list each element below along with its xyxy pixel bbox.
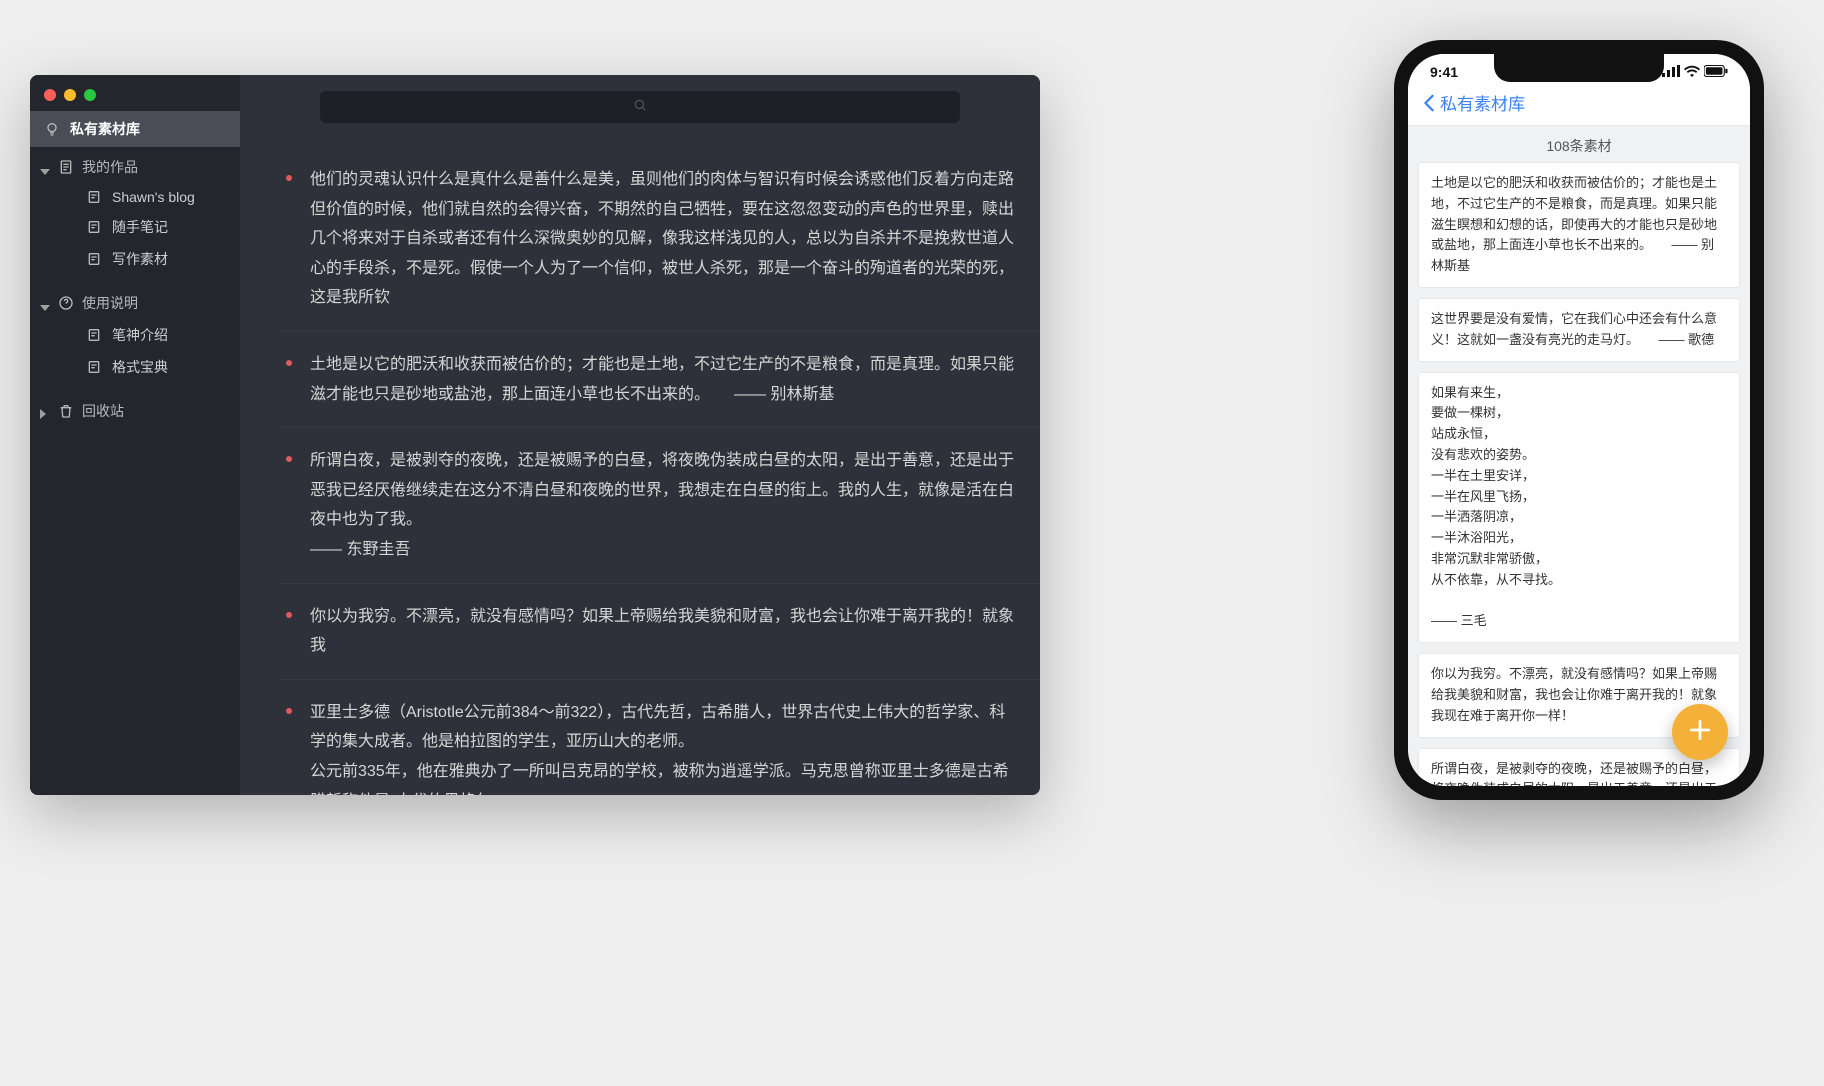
sidebar-primary-label: 私有素材库 <box>70 119 140 139</box>
note-icon <box>86 251 102 267</box>
trash-icon <box>58 403 74 419</box>
add-button[interactable] <box>1672 704 1728 760</box>
sidebar-child-label: Shawn's blog <box>112 189 195 205</box>
sidebar-group-label: 我的作品 <box>82 157 138 177</box>
sidebar-group-my-works[interactable]: 我的作品 <box>30 147 240 183</box>
sidebar-group-instructions[interactable]: 使用说明 <box>30 283 240 319</box>
phone-notch <box>1494 54 1664 82</box>
signal-icon <box>1662 64 1680 80</box>
sidebar-child-label: 随手笔记 <box>112 217 168 237</box>
phone-count-label: 108条素材 <box>1408 126 1750 162</box>
note-list[interactable]: 他们的灵魂认识什么是真什么是善什么是美，虽则他们的肉体与智识有时候会诱惑他们反着… <box>240 131 1040 795</box>
note-icon <box>86 327 102 343</box>
wifi-icon <box>1684 64 1700 80</box>
card-text: 你以为我穷。不漂亮，就没有感情吗？如果上帝赐给我美貌和财富，我也会让你难于离开我… <box>1431 666 1717 723</box>
window-controls <box>30 75 240 111</box>
phone-nav-title: 私有素材库 <box>1440 90 1525 115</box>
chevron-down-icon <box>40 298 50 308</box>
minimize-window-button[interactable] <box>64 89 76 101</box>
sidebar-primary-material-library[interactable]: 私有素材库 <box>30 111 240 147</box>
phone-screen: 9:41 私有素材库 108条素材 土地是以它的肥沃和收获而被估价的；才能 <box>1408 54 1750 786</box>
note-text: 亚里士多德（Aristotle公元前384～前322），古代先哲，古希腊人，世界… <box>310 704 1009 795</box>
help-icon <box>58 295 74 311</box>
sidebar-group-label: 回收站 <box>82 401 124 421</box>
battery-icon <box>1704 64 1728 80</box>
card-text: 所谓白夜，是被剥夺的夜晚，还是被赐予的白昼，将夜晚伪装成白昼的太阳，是出于善意，… <box>1431 761 1717 786</box>
note-item[interactable]: 亚里士多德（Aristotle公元前384～前322），古代先哲，古希腊人，世界… <box>280 679 1040 795</box>
note-icon <box>86 219 102 235</box>
note-icon <box>86 359 102 375</box>
back-button[interactable] <box>1422 94 1436 112</box>
plus-icon <box>1687 717 1713 748</box>
phone-card[interactable]: 如果有来生， 要做一棵树， 站成永恒， 没有悲欢的姿势。 一半在土里安详， 一半… <box>1418 372 1740 644</box>
phone-card[interactable]: 这世界要是没有爱情，它在我们心中还会有什么意义！这就如一盏没有亮光的走马灯。 —… <box>1418 298 1740 362</box>
search-icon <box>633 98 647 117</box>
sidebar-child-label: 笔神介绍 <box>112 325 168 345</box>
document-icon <box>58 159 74 175</box>
lightbulb-icon <box>44 121 60 137</box>
note-text: 他们的灵魂认识什么是真什么是善什么是美，虽则他们的肉体与智识有时候会诱惑他们反着… <box>310 171 1014 306</box>
status-time: 9:41 <box>1430 64 1458 80</box>
sidebar-item-writing-material[interactable]: 写作素材 <box>30 243 240 275</box>
sidebar: 私有素材库 我的作品 Shawn's blog 随手笔记 写作 <box>30 75 240 795</box>
phone-card-list[interactable]: 土地是以它的肥沃和收获而被估价的；才能也是土地，不过它生产的不是粮食，而是真理。… <box>1408 162 1750 786</box>
maximize-window-button[interactable] <box>84 89 96 101</box>
sidebar-item-shawns-blog[interactable]: Shawn's blog <box>30 183 240 211</box>
chevron-down-icon <box>40 162 50 172</box>
sidebar-child-label: 格式宝典 <box>112 357 168 377</box>
sidebar-child-label: 写作素材 <box>112 249 168 269</box>
note-text: 你以为我穷。不漂亮，就没有感情吗？如果上帝赐给我美貌和财富，我也会让你难于离开我… <box>310 608 1014 655</box>
search-input[interactable] <box>320 91 960 123</box>
phone-device-frame: 9:41 私有素材库 108条素材 土地是以它的肥沃和收获而被估价的；才能 <box>1394 40 1764 800</box>
card-text: 土地是以它的肥沃和收获而被估价的；才能也是土地，不过它生产的不是粮食，而是真理。… <box>1431 175 1717 273</box>
sidebar-item-bishen-intro[interactable]: 笔神介绍 <box>30 319 240 351</box>
phone-nav-bar: 私有素材库 <box>1408 84 1750 126</box>
chevron-right-icon <box>40 406 50 416</box>
note-item[interactable]: 土地是以它的肥沃和收获而被估价的；才能也是土地，不过它生产的不是粮食，而是真理。… <box>280 331 1040 427</box>
sidebar-group-trash[interactable]: 回收站 <box>30 391 240 427</box>
card-text: 这世界要是没有爱情，它在我们心中还会有什么意义！这就如一盏没有亮光的走马灯。 —… <box>1431 311 1717 347</box>
note-icon <box>86 189 102 205</box>
note-item[interactable]: 你以为我穷。不漂亮，就没有感情吗？如果上帝赐给我美貌和财富，我也会让你难于离开我… <box>280 583 1040 679</box>
note-text: 所谓白夜，是被剥夺的夜晚，还是被赐予的白昼，将夜晚伪装成白昼的太阳，是出于善意，… <box>310 452 1014 558</box>
close-window-button[interactable] <box>44 89 56 101</box>
note-item[interactable]: 所谓白夜，是被剥夺的夜晚，还是被赐予的白昼，将夜晚伪装成白昼的太阳，是出于善意，… <box>280 427 1040 582</box>
sidebar-group-label: 使用说明 <box>82 293 138 313</box>
sidebar-item-jotting[interactable]: 随手笔记 <box>30 211 240 243</box>
desktop-app-window: 私有素材库 我的作品 Shawn's blog 随手笔记 写作 <box>30 75 1040 795</box>
sidebar-item-format-dict[interactable]: 格式宝典 <box>30 351 240 383</box>
note-text: 土地是以它的肥沃和收获而被估价的；才能也是土地，不过它生产的不是粮食，而是真理。… <box>310 356 1014 403</box>
card-text: 如果有来生， 要做一棵树， 站成永恒， 没有悲欢的姿势。 一半在土里安详， 一半… <box>1431 385 1561 629</box>
phone-card[interactable]: 土地是以它的肥沃和收获而被估价的；才能也是土地，不过它生产的不是粮食，而是真理。… <box>1418 162 1740 288</box>
note-item[interactable]: 他们的灵魂认识什么是真什么是善什么是美，虽则他们的肉体与智识有时候会诱惑他们反着… <box>280 147 1040 331</box>
editor-pane: 他们的灵魂认识什么是真什么是善什么是美，虽则他们的肉体与智识有时候会诱惑他们反着… <box>240 75 1040 795</box>
